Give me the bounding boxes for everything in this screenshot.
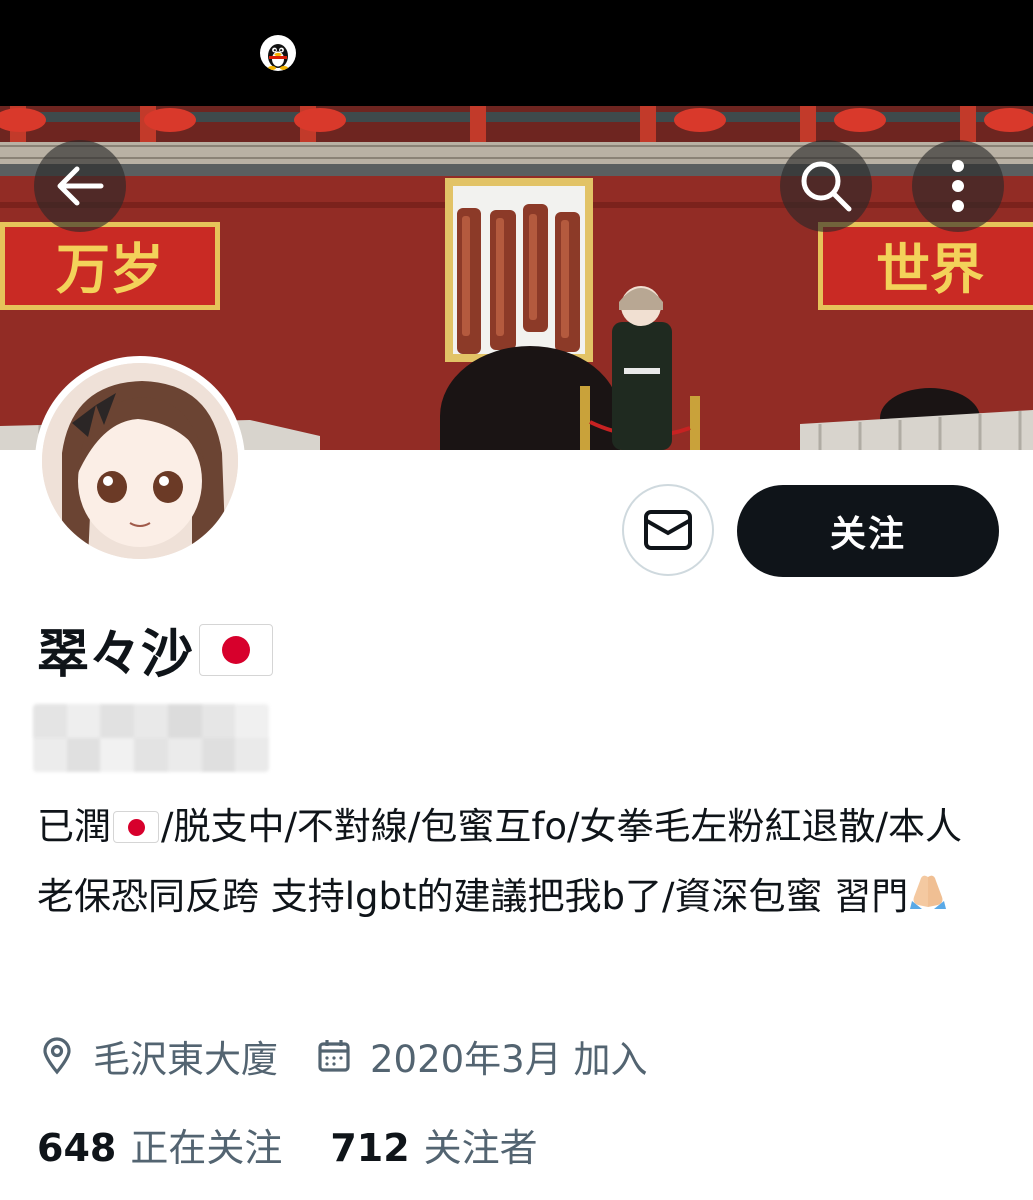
follow-stats: 648 正在关注 712 关注者: [37, 1116, 538, 1172]
back-button[interactable]: [34, 140, 126, 232]
handle-redacted: [33, 704, 269, 772]
jp-flag-icon: [113, 811, 159, 843]
banner-slogan-left: 万岁: [56, 238, 164, 301]
followers-label: 关注者: [423, 1125, 538, 1170]
follow-button[interactable]: 关注: [737, 485, 999, 577]
calendar-icon: [314, 1036, 354, 1076]
location-icon: [37, 1036, 77, 1076]
bio-part1: 已潤: [37, 805, 111, 848]
search-button[interactable]: [780, 140, 872, 232]
location-text: 毛沢東大廈: [93, 1038, 278, 1081]
followers-link[interactable]: 712 关注者: [330, 1117, 537, 1172]
joined-text: 2020年3月 加入: [370, 1038, 648, 1081]
status-bar: [0, 0, 1033, 106]
search-icon: [801, 161, 852, 212]
bio-part2: /脱支中/不對線/包蜜互fo/女拳毛左粉紅退散/本人老保恐同反跨 支持lgbt的…: [37, 805, 962, 918]
profile-meta: 毛沢東大廈 2020年3月 加入: [37, 1026, 647, 1086]
more-vertical-icon: [952, 160, 964, 212]
more-options-button[interactable]: [912, 140, 1004, 232]
message-button[interactable]: [622, 484, 714, 576]
qq-penguin-icon: [260, 35, 296, 71]
display-name: 翠々沙: [37, 625, 194, 685]
following-count: 648: [37, 1125, 117, 1170]
following-link[interactable]: 648 正在关注: [37, 1117, 282, 1172]
banner-slogan-right: 世界: [876, 238, 984, 301]
following-label: 正在关注: [130, 1125, 283, 1170]
followers-count: 712: [330, 1125, 410, 1170]
mail-icon: [644, 510, 692, 550]
jp-flag-icon: [199, 623, 274, 676]
arrow-left-icon: [57, 166, 104, 206]
avatar[interactable]: [35, 356, 245, 566]
name-row: 翠々沙: [37, 612, 274, 687]
bio: 已潤/脱支中/不對線/包蜜互fo/女拳毛左粉紅退散/本人老保恐同反跨 支持lgb…: [37, 792, 997, 933]
folded-hands-icon: [908, 863, 948, 933]
